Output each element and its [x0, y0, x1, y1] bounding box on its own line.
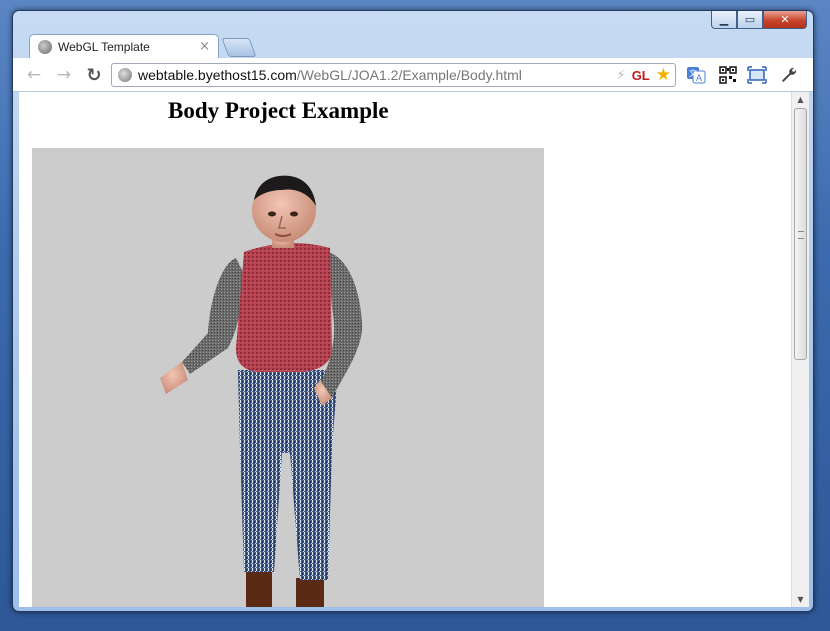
translate-extension-icon[interactable]: A 文 — [685, 64, 707, 86]
browser-toolbar: ← → ↻ webtable.byethost15.com/WebGL/JOA1… — [13, 58, 813, 92]
back-button[interactable]: ← — [23, 64, 45, 86]
url-text: webtable.byethost15.com/WebGL/JOA1.2/Exa… — [138, 67, 522, 83]
back-arrow-icon: ← — [26, 65, 42, 85]
gl-extension-badge[interactable]: GL — [632, 68, 650, 83]
vertical-scrollbar[interactable]: ▲ ▼ — [791, 92, 809, 607]
left-hand — [160, 362, 188, 394]
webgl-canvas[interactable] — [32, 148, 544, 607]
reload-button[interactable]: ↻ — [83, 64, 105, 86]
sweater-vest — [236, 243, 332, 372]
address-bar[interactable]: webtable.byethost15.com/WebGL/JOA1.2/Exa… — [111, 63, 676, 87]
forward-arrow-icon: → — [56, 65, 72, 85]
url-host: webtable.byethost15.com — [138, 67, 297, 83]
left-eye — [268, 211, 276, 217]
page-viewport: Body Project Example — [19, 92, 791, 607]
grip-icon — [798, 231, 804, 239]
reload-icon: ↻ — [86, 64, 102, 86]
scroll-down-icon[interactable]: ▼ — [792, 592, 809, 607]
tab-strip: WebGL Template × — [29, 32, 729, 58]
minimize-button[interactable]: ▁ — [711, 11, 737, 29]
fullscreen-extension-icon[interactable] — [746, 64, 768, 86]
scroll-thumb[interactable] — [794, 108, 807, 360]
svg-text:文: 文 — [689, 68, 697, 78]
page-title: Body Project Example — [168, 98, 389, 123]
body-model-render — [160, 175, 363, 607]
tab-title: WebGL Template — [58, 39, 150, 54]
url-path: /WebGL/JOA1.2/Example/Body.html — [296, 67, 522, 83]
wrench-menu-icon[interactable] — [778, 64, 800, 86]
bookmark-star-icon[interactable]: ★ — [656, 65, 671, 85]
scroll-up-icon[interactable]: ▲ — [792, 92, 809, 107]
close-window-button[interactable]: ✕ — [763, 11, 807, 29]
qr-code-extension-icon[interactable] — [717, 64, 739, 86]
window-controls: ▁ ▭ ✕ — [711, 11, 807, 29]
left-boot — [246, 568, 272, 607]
maximize-button[interactable]: ▭ — [737, 11, 763, 29]
tab-webgl-template[interactable]: WebGL Template × — [29, 34, 219, 58]
tab-close-icon[interactable]: × — [199, 39, 210, 54]
left-sleeve — [182, 258, 246, 374]
close-icon: ✕ — [780, 13, 790, 26]
minimize-icon: ▁ — [719, 13, 729, 26]
globe-icon — [38, 39, 52, 54]
page-info-icon — [118, 68, 132, 82]
forward-button[interactable]: → — [53, 64, 75, 86]
new-tab-button[interactable] — [221, 38, 257, 57]
lightning-icon: ⚡ — [616, 67, 626, 83]
browser-window: ▁ ▭ ✕ WebGL Template × ← → ↻ webtable.by… — [12, 10, 814, 612]
right-eye — [290, 211, 298, 217]
maximize-icon: ▭ — [744, 13, 756, 26]
right-boot — [296, 578, 324, 607]
